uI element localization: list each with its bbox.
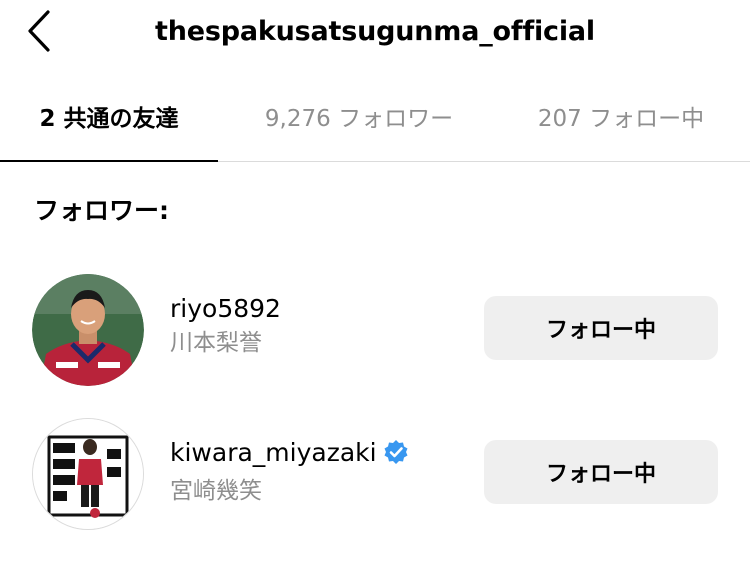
page-title: thespakusatsugunma_official bbox=[155, 16, 595, 47]
user-info: kiwara_miyazaki 宮崎幾笑 bbox=[170, 436, 409, 508]
tab-followers[interactable]: 9,276 フォロワー bbox=[250, 80, 468, 162]
section-heading: フォロワー: bbox=[34, 196, 169, 225]
username-line: kiwara_miyazaki bbox=[170, 436, 409, 474]
list-item: kiwara_miyazaki 宮崎幾笑 フォロー中 bbox=[0, 418, 750, 538]
avatar[interactable] bbox=[32, 418, 144, 530]
full-name: 宮崎幾笑 bbox=[170, 478, 262, 504]
avatar[interactable] bbox=[32, 274, 144, 386]
username[interactable]: kiwara_miyazaki bbox=[170, 438, 377, 467]
user-info: riyo5892 川本梨誉 bbox=[170, 292, 281, 360]
following-button[interactable]: フォロー中 bbox=[484, 440, 718, 504]
avatar-photo bbox=[32, 274, 144, 386]
top-bar: thespakusatsugunma_official bbox=[0, 0, 750, 68]
full-name: 川本梨誉 bbox=[170, 330, 262, 356]
avatar-photo bbox=[33, 419, 143, 529]
username[interactable]: riyo5892 bbox=[170, 292, 281, 326]
tab-following[interactable]: 207 フォロー中 bbox=[512, 80, 730, 162]
list-item: riyo5892 川本梨誉 フォロー中 bbox=[0, 274, 750, 394]
active-tab-indicator bbox=[0, 160, 218, 162]
tab-mutual-friends[interactable]: 2 共通の友達 bbox=[0, 80, 218, 162]
following-button[interactable]: フォロー中 bbox=[484, 296, 718, 360]
verified-badge-icon bbox=[383, 439, 409, 474]
profile-connections-screen: thespakusatsugunma_official 2 共通の友達 9,27… bbox=[0, 0, 750, 575]
tab-bar: 2 共通の友達 9,276 フォロワー 207 フォロー中 bbox=[0, 80, 750, 162]
